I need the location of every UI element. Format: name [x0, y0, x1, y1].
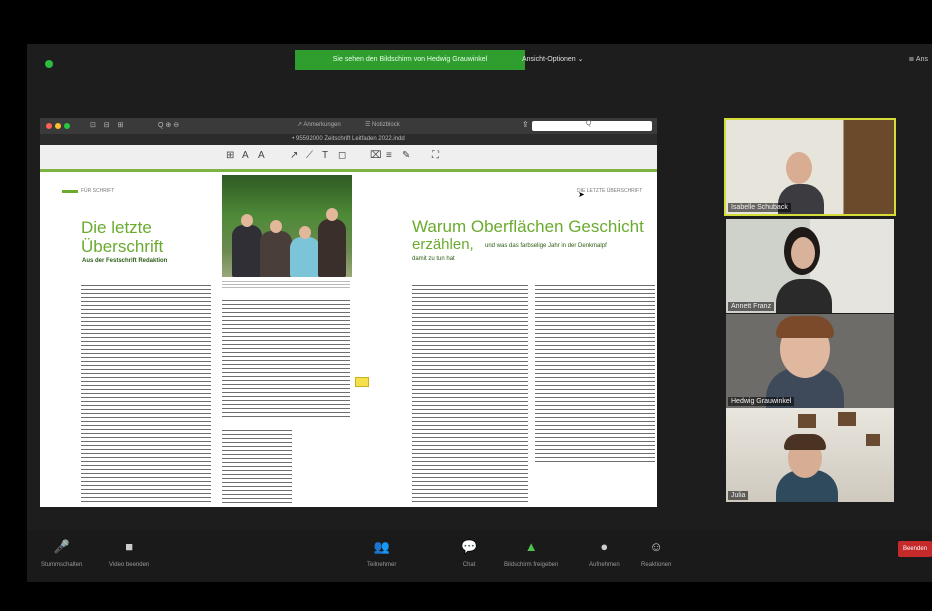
- markup-tool-note[interactable]: ≡: [386, 150, 392, 161]
- share-screen-button[interactable]: ▲ Bildschirm freigeben: [504, 538, 558, 568]
- speaker-view-button[interactable]: ≣ Ans: [909, 55, 929, 63]
- markup-tool-text-style[interactable]: A: [242, 150, 249, 161]
- tab-annotations[interactable]: ↗ Anmerkungen: [297, 121, 341, 128]
- markup-tool-line[interactable]: ⟋: [306, 150, 313, 161]
- view-options-menu[interactable]: Ansicht-Optionen ⌄: [522, 55, 584, 63]
- markup-tool-select[interactable]: ⊞: [226, 150, 234, 161]
- text-column: [81, 282, 211, 504]
- reactions-icon: ☺: [649, 539, 663, 554]
- participants-button[interactable]: 👥 Teilnehmer: [367, 538, 396, 568]
- running-head-marker: [62, 190, 78, 193]
- participant-tile[interactable]: Julia: [726, 408, 894, 502]
- app-titlebar: ⊡ ⊟ ⊞ Q ⊕ ⊖ ↗ Anmerkungen ☰ Notizblock ⇪…: [40, 118, 657, 134]
- markup-tool-shape[interactable]: ◻: [338, 150, 346, 161]
- text-column: [412, 282, 528, 504]
- share-icon[interactable]: ⇪: [522, 120, 529, 129]
- share-screen-label: Bildschirm freigeben: [504, 562, 559, 568]
- search-icon: Q: [586, 120, 592, 127]
- security-indicator-icon: [45, 60, 53, 68]
- participant-tile[interactable]: Isabelle Schuback: [724, 118, 896, 216]
- markup-tool-signature[interactable]: ⌧: [370, 150, 382, 161]
- chat-label: Chat: [462, 562, 476, 568]
- participant-name: Isabelle Schuback: [728, 203, 791, 212]
- video-camera-icon: ■: [125, 539, 134, 554]
- participants-label: Teilnehmer: [367, 562, 397, 568]
- participant-name: Julia: [728, 491, 749, 500]
- magazine-spread[interactable]: FÜR SCHRIFT DIE LETZTE ÜBERSCHRIFT Die l…: [40, 172, 657, 507]
- reactions-button[interactable]: ☺ Reaktionen: [641, 538, 671, 568]
- mute-button[interactable]: 🎤 Stummschalten: [41, 538, 82, 568]
- chat-button[interactable]: 💬 Chat: [461, 538, 477, 568]
- article-heading-right-line2: erzählen,: [412, 236, 474, 253]
- markup-toolbar: ⊞ A A ↗ ⟋ T ◻ ⌧ ≡ ✎ ⛶: [40, 145, 657, 170]
- sidebar-toggle-icons[interactable]: ⊡ ⊟ ⊞: [90, 121, 127, 129]
- markup-tool-text-color[interactable]: A: [258, 150, 265, 161]
- team-photo: [222, 175, 352, 277]
- article-heading-right: Warum Oberflächen Geschicht: [412, 217, 644, 236]
- end-meeting-button[interactable]: Beenden: [898, 541, 932, 557]
- text-column: [222, 297, 350, 417]
- running-head-right: DIE LETZTE ÜBERSCHRIFT: [577, 188, 643, 194]
- markup-tool-arrow[interactable]: ↗: [290, 150, 298, 161]
- record-icon: ●: [600, 539, 609, 554]
- markup-tool-text[interactable]: T: [322, 150, 328, 161]
- screen-share-banner[interactable]: Sie sehen den Bildschirm von Hedwig Grau…: [295, 50, 525, 70]
- running-head-left: FÜR SCHRIFT: [81, 188, 115, 194]
- participant-name: Annett Franz: [728, 302, 775, 311]
- search-input[interactable]: [532, 121, 652, 131]
- mute-label: Stummschalten: [41, 562, 83, 568]
- markup-tool-pen[interactable]: ✎: [402, 150, 410, 161]
- article-heading-right-continuation: und was das farbselige Jahr in der Denkm…: [485, 243, 607, 249]
- reactions-label: Reaktionen: [641, 562, 672, 568]
- stop-video-button[interactable]: ■ Video beenden: [109, 538, 149, 568]
- chat-icon: 💬: [461, 539, 478, 554]
- zoom-window: Sie sehen den Bildschirm von Hedwig Grau…: [27, 44, 932, 582]
- participant-tile[interactable]: Annett Franz: [726, 219, 894, 313]
- markup-tool-fullscreen[interactable]: ⛶: [432, 150, 439, 161]
- tab-notes[interactable]: ☰ Notizblock: [365, 121, 400, 128]
- shared-screen: ⊡ ⊟ ⊞ Q ⊕ ⊖ ↗ Anmerkungen ☰ Notizblock ⇪…: [40, 118, 657, 507]
- minimize-window-icon[interactable]: [55, 123, 61, 129]
- participant-tile[interactable]: Hedwig Grauwinkel: [726, 314, 894, 408]
- article-subheading-left: Aus der Festschrift Redaktion: [82, 258, 168, 264]
- meeting-toolbar: 🎤 Stummschalten ■ Video beenden 👥 Teilne…: [27, 530, 932, 582]
- zoom-controls[interactable]: Q ⊕ ⊖: [158, 121, 179, 129]
- record-label: Aufnehmen: [589, 562, 620, 568]
- record-button[interactable]: ● Aufnehmen: [589, 538, 620, 568]
- participants-icon: 👥: [373, 539, 390, 554]
- participant-name: Hedwig Grauwinkel: [728, 397, 795, 406]
- document-title: • 95592000 Zeitschrift Leitfaden 2022.in…: [40, 134, 657, 145]
- article-heading-left: Die letzte Überschrift: [81, 218, 164, 256]
- sticky-note-icon[interactable]: [355, 377, 369, 387]
- photo-caption: [222, 279, 350, 289]
- maximize-window-icon[interactable]: [64, 123, 70, 129]
- article-subheading-right: damit zu tun hat: [412, 256, 455, 262]
- microphone-icon: 🎤: [53, 539, 70, 554]
- share-screen-icon: ▲: [524, 539, 538, 554]
- text-column: [222, 427, 292, 505]
- text-column: [535, 282, 655, 462]
- stop-video-label: Video beenden: [109, 562, 150, 568]
- mouse-cursor-icon: ➤: [578, 190, 585, 199]
- close-window-icon[interactable]: [46, 123, 52, 129]
